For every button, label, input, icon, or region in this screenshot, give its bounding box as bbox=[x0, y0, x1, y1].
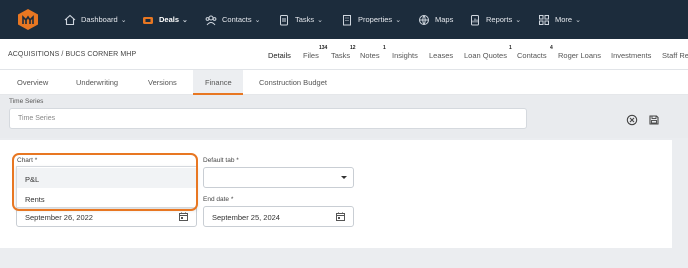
sub-tab-bar: Overview Underwriting Versions Finance C… bbox=[0, 70, 688, 95]
nav-maps-label: Maps bbox=[435, 15, 454, 24]
tab-leases[interactable]: Leases bbox=[429, 51, 453, 60]
calendar-icon[interactable] bbox=[336, 212, 345, 221]
nav-reports-label: Reports bbox=[486, 15, 513, 24]
tab-construction-budget[interactable]: Construction Budget bbox=[259, 78, 327, 87]
chevron-down-icon: ⌄ bbox=[515, 16, 522, 24]
tab-roger-loans[interactable]: Roger Loans bbox=[558, 51, 601, 60]
callout-highlight-box bbox=[12, 153, 198, 211]
building-icon bbox=[343, 14, 351, 25]
end-date-field[interactable]: September 25, 2024 bbox=[203, 206, 354, 227]
start-date-value: September 26, 2022 bbox=[25, 213, 93, 222]
loan-quotes-count-badge: 1 bbox=[508, 45, 513, 51]
tab-overview[interactable]: Overview bbox=[17, 78, 48, 87]
nav-tasks[interactable]: Tasks ⌄ bbox=[278, 0, 323, 39]
nav-deals[interactable]: Deals ⌄ bbox=[142, 0, 188, 39]
default-tab-label: Default tab * bbox=[203, 157, 239, 164]
tab-tasks[interactable]: Tasks bbox=[331, 51, 350, 60]
chevron-down-icon: ⌄ bbox=[182, 16, 188, 24]
app-logo-icon[interactable] bbox=[18, 9, 38, 30]
tab-underwriting[interactable]: Underwriting bbox=[76, 78, 118, 87]
tab-details[interactable]: Details bbox=[268, 51, 291, 60]
deals-icon bbox=[143, 16, 153, 24]
calendar-icon[interactable] bbox=[179, 212, 188, 221]
end-date-label: End date * bbox=[203, 196, 234, 203]
chevron-down-icon: ⌄ bbox=[575, 16, 581, 24]
breadcrumb[interactable]: ACQUISITIONS / BUCS CORNER MHP bbox=[8, 51, 136, 58]
reports-icon bbox=[471, 14, 479, 25]
chevron-down-icon: ⌄ bbox=[120, 16, 127, 24]
files-count-badge: 134 bbox=[318, 45, 329, 51]
caret-down-icon bbox=[341, 176, 347, 179]
nav-deals-label: Deals bbox=[159, 15, 180, 24]
chevron-down-icon: ⌄ bbox=[254, 16, 261, 24]
nav-reports[interactable]: Reports ⌄ bbox=[469, 0, 521, 39]
tab-versions[interactable]: Versions bbox=[148, 78, 177, 87]
tasks-icon bbox=[280, 14, 288, 25]
tasks-count-badge: 12 bbox=[349, 45, 357, 51]
tab-contacts[interactable]: Contacts bbox=[517, 51, 547, 60]
nav-contacts-label: Contacts bbox=[222, 15, 252, 24]
default-tab-select[interactable] bbox=[203, 167, 354, 188]
nav-tasks-label: Tasks bbox=[295, 15, 315, 24]
tab-investments[interactable]: Investments bbox=[611, 51, 651, 60]
save-icon[interactable] bbox=[648, 114, 660, 126]
tab-loan-quotes[interactable]: Loan Quotes bbox=[464, 51, 507, 60]
tab-files[interactable]: Files bbox=[303, 51, 319, 60]
end-date-value: September 25, 2024 bbox=[212, 213, 280, 222]
time-series-label: Time Series bbox=[9, 98, 44, 105]
record-header-bar: ACQUISITIONS / BUCS CORNER MHP Details F… bbox=[0, 39, 688, 70]
notes-count-badge: 1 bbox=[382, 45, 387, 51]
close-circle-icon[interactable] bbox=[626, 114, 638, 126]
tab-finance[interactable]: Finance bbox=[205, 78, 232, 87]
grid-icon bbox=[539, 14, 549, 25]
contacts-icon bbox=[205, 15, 217, 25]
contacts-count-badge: 4 bbox=[549, 45, 554, 51]
chevron-down-icon: ⌄ bbox=[395, 16, 402, 24]
nav-dashboard-label: Dashboard bbox=[81, 15, 118, 24]
nav-contacts[interactable]: Contacts ⌄ bbox=[205, 0, 260, 39]
nav-maps[interactable]: Maps bbox=[418, 0, 453, 39]
tab-staff[interactable]: Staff Re bbox=[662, 51, 688, 60]
tab-insights[interactable]: Insights bbox=[392, 51, 418, 60]
home-icon bbox=[64, 14, 76, 25]
top-navigation-bar: Dashboard ⌄ Deals ⌄ Contacts ⌄ Tasks ⌄ P… bbox=[0, 0, 688, 39]
nav-dashboard[interactable]: Dashboard ⌄ bbox=[64, 0, 127, 39]
nav-more-label: More bbox=[555, 15, 573, 24]
nav-properties[interactable]: Properties ⌄ bbox=[341, 0, 401, 39]
chevron-down-icon: ⌄ bbox=[317, 16, 324, 24]
time-series-input[interactable]: Time Series bbox=[9, 108, 527, 129]
nav-properties-label: Properties bbox=[358, 15, 393, 24]
globe-icon bbox=[419, 14, 429, 25]
nav-more[interactable]: More ⌄ bbox=[538, 0, 581, 39]
tab-notes[interactable]: Notes bbox=[360, 51, 380, 60]
